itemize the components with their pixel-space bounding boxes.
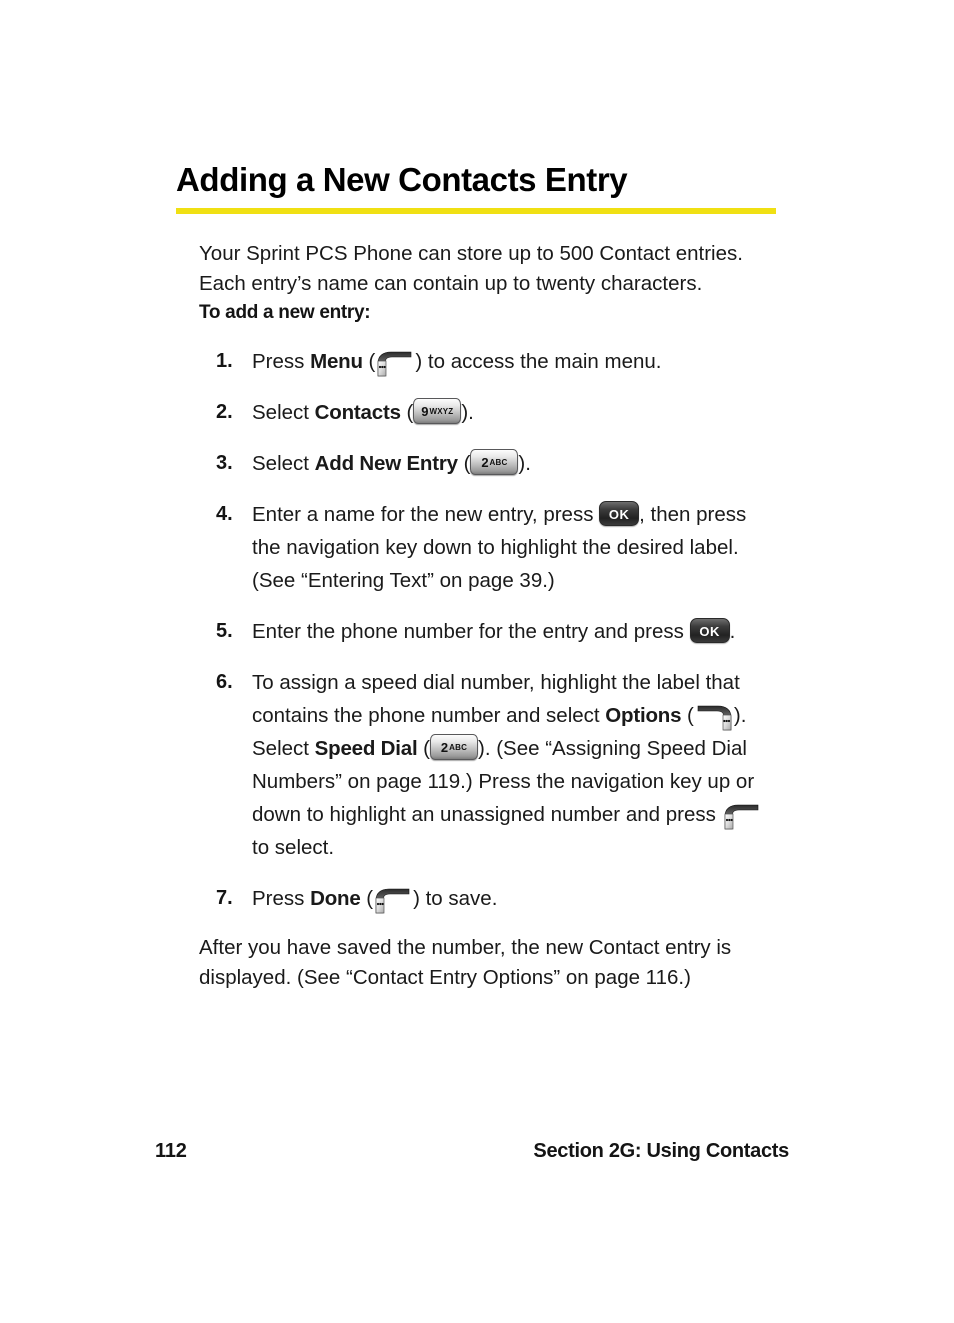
step-number: 3. <box>216 452 233 474</box>
step-line-1: To assign a speed dial number, highlight… <box>252 666 777 732</box>
step-text-after: ) to access the main menu. <box>415 350 662 373</box>
step-item: 1. Press Menu ( ) to access the main menu. <box>199 345 777 378</box>
ok-key-label: OK <box>608 507 630 522</box>
step-number: 6. <box>216 671 233 693</box>
step-term: Options <box>605 704 682 727</box>
footer-page-number: 112 <box>155 1140 187 1162</box>
key-9-wxyz-icon: 9WXYZ <box>413 398 462 424</box>
step-text: Enter a name for the new entry, press <box>252 503 600 526</box>
lead-paragraph: Your Sprint PCS Phone can store up to 50… <box>199 242 743 295</box>
step-term: Menu <box>310 350 363 373</box>
footer-section-label: Section 2G: Using Contacts <box>533 1140 789 1162</box>
step-number: 7. <box>216 887 233 909</box>
left-softkey-icon <box>373 887 413 915</box>
step-item: 6. To assign a speed dial number, highlig… <box>199 666 777 864</box>
manual-page: Adding a New Contacts Entry Your Sprint … <box>0 0 954 1323</box>
step-term: Speed Dial <box>314 737 418 760</box>
step-number: 1. <box>216 350 233 372</box>
step-text: Enter the phone number for the entry and… <box>252 620 690 643</box>
step-text-mid: ( <box>400 401 414 424</box>
step-text-after: ). <box>733 704 747 727</box>
step-term: Contacts <box>314 401 401 424</box>
step-text-mid: ( <box>457 452 471 475</box>
step-text-after: . <box>729 620 736 643</box>
key-letters: WXYZ <box>429 407 454 416</box>
step-text-mid: ( <box>681 704 694 727</box>
step-text-after: ) to save. <box>413 887 498 910</box>
ok-key-label: OK <box>699 624 720 639</box>
step-item: 7. Press Done ( ) to save. <box>199 882 777 915</box>
step-line-2: Select Speed Dial (2ABC). (See “Assignin… <box>252 732 777 864</box>
ok-key-icon: OK <box>599 501 640 526</box>
step-text: Select <box>252 401 315 424</box>
key-letters: ABC <box>449 743 468 752</box>
step-text-mid: ( <box>360 887 374 910</box>
step-item: 2. Select Contacts (9WXYZ). <box>199 396 777 429</box>
page-title: Adding a New Contacts Entry <box>176 161 628 198</box>
step-text-mid: ( <box>362 350 376 373</box>
page-footer: 112 Section 2G: Using Contacts <box>0 1140 954 1180</box>
left-softkey-icon <box>375 350 415 378</box>
right-softkey-icon <box>694 704 734 732</box>
key-letters: ABC <box>489 458 508 467</box>
key-2-abc-icon: 2ABC <box>470 449 519 475</box>
step-item: 4. Enter a name for the new entry, press … <box>199 498 777 597</box>
step-item: 3. Select Add New Entry (2ABC). <box>199 447 777 480</box>
ok-key-icon: OK <box>689 618 730 643</box>
key-digit: 2 <box>440 740 449 755</box>
key-digit: 2 <box>481 455 489 470</box>
title-block: Adding a New Contacts Entry <box>176 160 778 214</box>
step-text-after: to select. <box>252 836 335 859</box>
key-2-abc-icon: 2ABC <box>430 734 479 760</box>
title-accent-rule <box>176 208 776 214</box>
key-digit: 9 <box>421 404 429 419</box>
step-term: Done <box>310 887 361 910</box>
step-text-mid: ( <box>417 737 431 760</box>
step-text-after: ). <box>461 401 474 424</box>
step-item: 5. Enter the phone number for the entry a… <box>199 615 777 648</box>
step-term: Add New Entry <box>314 452 458 475</box>
closing-paragraph: After you have saved the number, the new… <box>199 936 732 989</box>
step-text: Press <box>252 350 311 373</box>
step-text: Select <box>252 737 315 760</box>
body-column: Your Sprint PCS Phone can store up to 50… <box>199 239 777 993</box>
step-number: 2. <box>216 401 233 423</box>
step-number: 5. <box>216 620 233 642</box>
subhead: To add a new entry: <box>199 302 371 323</box>
steps-list: 1. Press Menu ( ) to access the main menu.… <box>199 345 777 915</box>
step-number: 4. <box>216 503 233 525</box>
left-softkey-icon <box>722 803 762 831</box>
step-text: Press <box>252 887 311 910</box>
step-text-after: ). <box>518 452 531 475</box>
step-text: Select <box>252 452 315 475</box>
